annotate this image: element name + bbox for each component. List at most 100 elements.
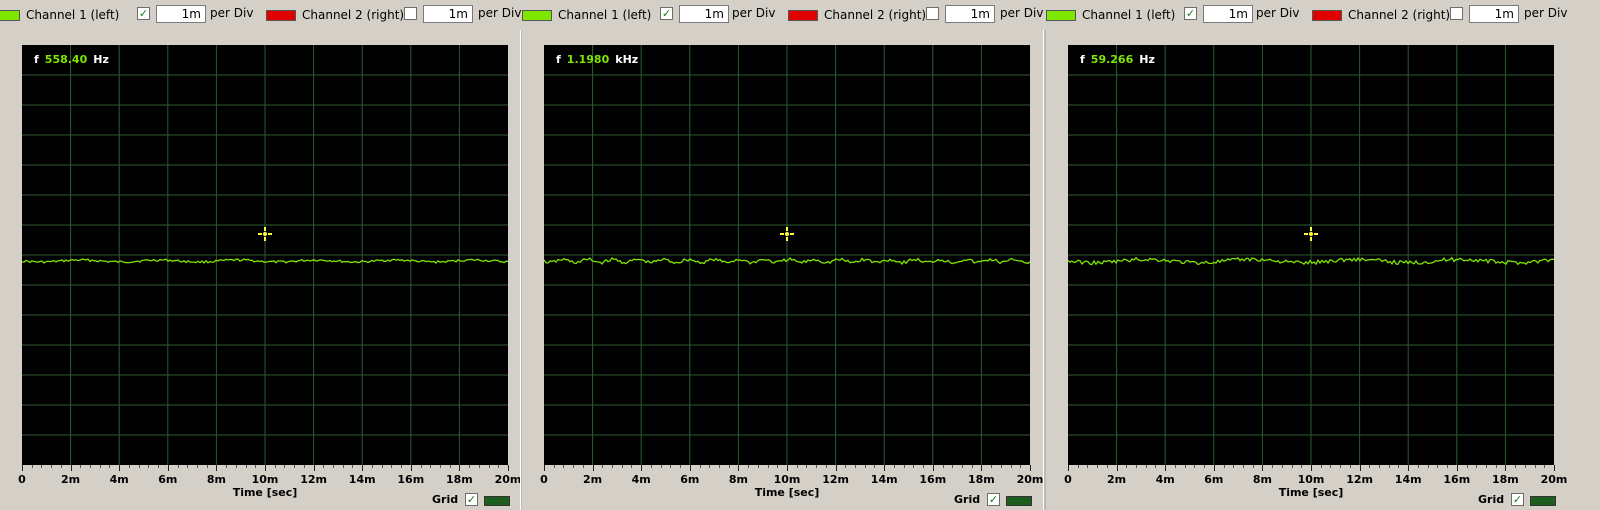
axis-tick-label: 0 [1064, 473, 1072, 486]
axis-tick-label: 14m [870, 473, 898, 486]
axis-tick-label: 4m [631, 473, 651, 486]
channel-2-scale-input[interactable]: 1m [1469, 5, 1519, 23]
axis-tick [573, 465, 575, 468]
crosshair-marker-icon[interactable] [258, 227, 272, 241]
axis-tick [342, 465, 344, 468]
axis-tick-label: 12m [300, 473, 327, 486]
axis-tick-label: 2m [61, 473, 81, 486]
channel-1-enable-checkbox[interactable]: ✓ [1184, 7, 1197, 20]
axis-tick-label: 20m [1016, 473, 1044, 486]
axis-tick [439, 465, 441, 468]
grid-checkbox[interactable]: ✓ [465, 493, 478, 506]
scope-display[interactable]: f 59.266 Hz [1068, 45, 1554, 465]
grid-checkbox[interactable]: ✓ [1511, 493, 1524, 506]
axis-tick [410, 465, 412, 471]
axis-tick-label: 18m [968, 473, 995, 486]
axis-tick [196, 465, 198, 468]
scope-display[interactable]: f 1.1980 kHz [544, 45, 1030, 465]
channel-1-scale-input[interactable]: 1m [679, 5, 729, 23]
channel-2-enable-checkbox[interactable] [1450, 7, 1463, 20]
grid-checkbox[interactable]: ✓ [987, 493, 1000, 506]
axis-tick [1165, 465, 1167, 471]
grid-label: Grid [1478, 493, 1505, 506]
axis-tick [1242, 465, 1244, 468]
axis-tick [128, 465, 130, 468]
axis-tick [255, 465, 257, 468]
axis-tick [158, 465, 160, 468]
channel-1-button[interactable]: Channel 1 (left) [522, 5, 651, 25]
axis-tick [371, 465, 373, 468]
axis-tick-label: 18m [446, 473, 473, 486]
axis-tick [845, 465, 847, 468]
channel-1-swatch [1046, 9, 1076, 21]
grid-color-swatch[interactable] [1006, 496, 1032, 506]
axis-tick [874, 465, 876, 468]
channel-2-swatch [266, 9, 296, 21]
axis-tick [1272, 465, 1274, 468]
axis-tick [1349, 465, 1351, 468]
axis-tick [544, 465, 545, 471]
channel-2-enable-checkbox[interactable] [404, 7, 417, 20]
axis-tick [352, 465, 354, 468]
axis-tick [748, 465, 750, 468]
frequency-value: 1.1980 [566, 53, 610, 66]
axis-tick-label: 20m [1540, 473, 1568, 486]
axis-tick [1485, 465, 1487, 468]
grid-color-swatch[interactable] [1530, 496, 1556, 506]
axis-tick [303, 465, 305, 468]
grid-color-swatch[interactable] [484, 496, 510, 506]
scope-plot-area[interactable] [1068, 45, 1554, 465]
channel-1-scale-input[interactable]: 1m [156, 5, 206, 23]
channel-1-label: Channel 1 (left) [1082, 8, 1176, 22]
axis-tick [226, 465, 228, 468]
axis-tick-label: 4m [1155, 473, 1175, 486]
channel-1-button[interactable]: Channel 1 (left) [0, 5, 119, 25]
channel-1-enable-checkbox[interactable]: ✓ [660, 7, 673, 20]
channel-2-button[interactable]: Channel 2 (right) [1312, 5, 1450, 25]
axis-tick [80, 465, 82, 468]
channel-2-per-div-label: per Div [1000, 6, 1044, 20]
axis-tick [333, 465, 335, 468]
axis-tick [362, 465, 364, 471]
channel-1-scale-input[interactable]: 1m [1203, 5, 1253, 23]
channel-2-enable-checkbox[interactable] [926, 7, 939, 20]
channel-2-scale-input[interactable]: 1m [423, 5, 473, 23]
axis-tick-label: 14m [348, 473, 376, 486]
frequency-label: f [1080, 53, 1085, 66]
axis-tick [1097, 465, 1099, 468]
axis-tick [1087, 465, 1089, 468]
channel-1-button[interactable]: Channel 1 (left) [1046, 5, 1175, 25]
axis-tick-label: 20m [494, 473, 522, 486]
time-axis: Time [sec] Grid ✓ 0 2m 4m 6m 8m 10m 12m 14m 16m 1… [540, 465, 1043, 510]
axis-tick [1068, 465, 1069, 471]
scope-plot-area[interactable] [22, 45, 508, 465]
channel-2-button[interactable]: Channel 2 (right) [788, 5, 926, 25]
crosshair-marker-icon[interactable] [780, 227, 794, 241]
axis-tick [991, 465, 993, 468]
scope-plot-area[interactable] [544, 45, 1030, 465]
axis-tick-label: 2m [1107, 473, 1127, 486]
channel-2-label: Channel 2 (right) [1348, 8, 1451, 22]
check-icon: ✓ [466, 493, 477, 506]
channel-2-swatch [1312, 9, 1342, 21]
axis-tick [498, 465, 500, 468]
axis-tick [245, 465, 247, 468]
axis-tick [1252, 465, 1254, 468]
crosshair-marker-icon[interactable] [1304, 227, 1318, 241]
grid-label: Grid [954, 493, 981, 506]
axis-tick [294, 465, 296, 468]
axis-tick [41, 465, 43, 468]
axis-tick [1524, 465, 1526, 468]
scope-display[interactable]: f 558.40 Hz [22, 45, 508, 465]
time-axis: Time [sec] Grid ✓ 0 2m 4m 6m 8m 10m 12m 14m 16m 1… [18, 465, 521, 510]
channel-2-button[interactable]: Channel 2 (right) [266, 5, 404, 25]
axis-tick [420, 465, 422, 468]
axis-tick [709, 465, 711, 468]
channel-2-scale-input[interactable]: 1m [945, 5, 995, 23]
axis-tick [1136, 465, 1138, 468]
channel-toolbar: Channel 1 (left) ✓ 1m per Div Channel 2 … [0, 0, 533, 30]
axis-tick [488, 465, 490, 468]
channel-1-enable-checkbox[interactable]: ✓ [137, 7, 150, 20]
axis-tick [99, 465, 101, 468]
axis-tick [932, 465, 934, 471]
